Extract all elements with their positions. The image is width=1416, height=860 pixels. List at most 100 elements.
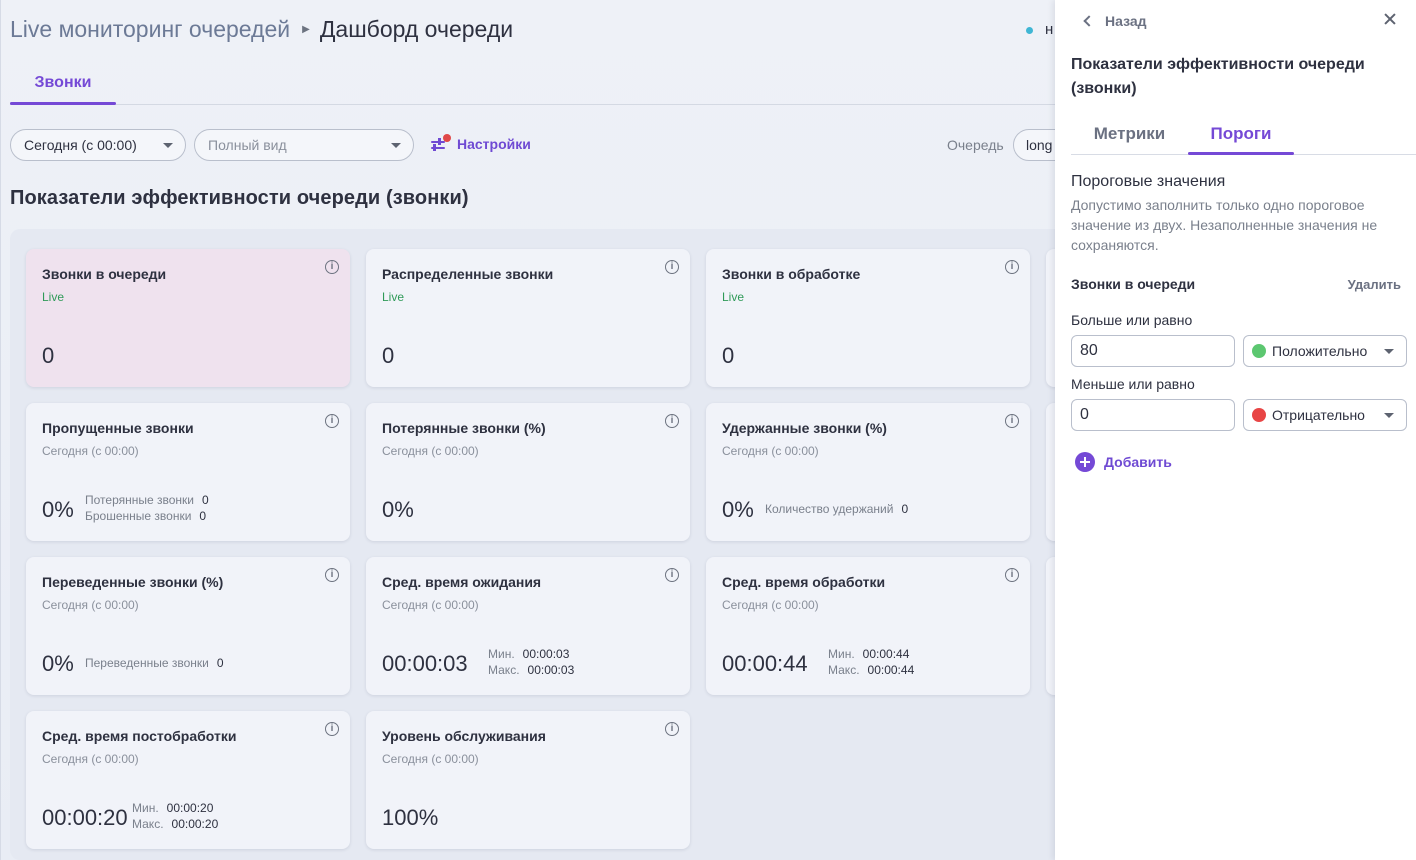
detail-row: Потерянные звонки 0 bbox=[85, 492, 209, 508]
metric-card-details: Мин. 00:00:20 Макс. 00:00:20 bbox=[132, 800, 218, 832]
tab-calls[interactable]: Звонки bbox=[10, 60, 116, 105]
metric-card-partial[interactable] bbox=[1046, 249, 1055, 387]
tab-thresholds[interactable]: Пороги bbox=[1188, 114, 1294, 154]
detail-label: Переведенные звонки bbox=[85, 656, 209, 670]
metric-card-details: Мин. 00:00:03 Макс. 00:00:03 bbox=[488, 646, 574, 678]
detail-value: 00:00:20 bbox=[171, 817, 219, 831]
view-select-placeholder: Полный вид bbox=[208, 137, 287, 153]
gte-status-value: Положительно bbox=[1272, 343, 1368, 359]
metric-card-value: 0% bbox=[722, 497, 754, 522]
detail-label: Потерянные звонки bbox=[85, 493, 194, 507]
plus-circle-icon bbox=[1075, 452, 1095, 472]
metric-card-title: Переведенные звонки (%) bbox=[42, 574, 224, 590]
metric-card[interactable]: Пропущенные звонки Сегодня (с 00:00) i 0% По… bbox=[26, 403, 350, 541]
detail-label: Мин. bbox=[488, 647, 515, 661]
caret-down-icon bbox=[163, 143, 173, 148]
info-icon[interactable]: i bbox=[665, 568, 679, 582]
detail-value: 0 bbox=[199, 509, 207, 523]
metric-card[interactable]: Потерянные звонки (%) Сегодня (с 00:00) i 0… bbox=[366, 403, 690, 541]
metric-card[interactable]: Уровень обслуживания Сегодня (с 00:00) i 10… bbox=[366, 711, 690, 849]
metric-card[interactable]: Сред. время обработки Сегодня (с 00:00) i 0… bbox=[706, 557, 1030, 695]
lte-label: Меньше или равно bbox=[1071, 376, 1195, 392]
view-select[interactable]: Полный вид bbox=[194, 129, 414, 161]
lte-status-select[interactable]: Отрицательно bbox=[1243, 399, 1407, 431]
metric-card[interactable]: Звонки в очереди Live i 0 bbox=[26, 249, 350, 387]
detail-label: Макс. bbox=[488, 663, 520, 677]
sliders-icon bbox=[429, 134, 451, 154]
info-icon[interactable]: i bbox=[1005, 260, 1019, 274]
info-icon[interactable]: i bbox=[665, 414, 679, 428]
metric-card-value: 100% bbox=[382, 805, 439, 830]
metric-card-title: Звонки в очереди bbox=[42, 266, 167, 282]
metric-card[interactable]: Сред. время ожидания Сегодня (с 00:00) i 00… bbox=[366, 557, 690, 695]
metric-card-title: Сред. время ожидания bbox=[382, 574, 542, 590]
metric-card-period: Live bbox=[722, 290, 745, 304]
metric-card-value: 0 bbox=[382, 343, 395, 368]
delete-button[interactable]: Удалить bbox=[1348, 277, 1401, 292]
tab-active-indicator bbox=[10, 102, 116, 105]
metric-card-title: Распределенные звонки bbox=[382, 266, 554, 282]
add-threshold-button[interactable]: Добавить bbox=[1075, 452, 1172, 472]
info-icon[interactable]: i bbox=[665, 260, 679, 274]
info-icon[interactable]: i bbox=[325, 414, 339, 428]
detail-row: Мин. 00:00:20 bbox=[132, 800, 218, 816]
period-select[interactable]: Сегодня (с 00:00) bbox=[10, 129, 186, 161]
info-icon[interactable]: i bbox=[665, 722, 679, 736]
detail-value: 0 bbox=[216, 656, 224, 670]
metric-card-details: Количество удержаний 0 bbox=[765, 501, 908, 517]
metric-card[interactable]: Переведенные звонки (%) Сегодня (с 00:00)… bbox=[26, 557, 350, 695]
green-dot-icon bbox=[1252, 344, 1266, 358]
metric-card[interactable]: Сред. время постобработки Сегодня (с 00:0… bbox=[26, 711, 350, 849]
metric-card-period: Сегодня (с 00:00) bbox=[382, 598, 479, 612]
tab-metrics[interactable]: Метрики bbox=[1071, 114, 1188, 154]
tab-active-indicator bbox=[1188, 152, 1294, 155]
gte-status-select[interactable]: Положительно bbox=[1243, 335, 1407, 367]
metric-card-title: Звонки в обработке bbox=[722, 266, 861, 282]
metric-card[interactable]: Распределенные звонки Live i 0 bbox=[366, 249, 690, 387]
info-icon[interactable]: i bbox=[325, 568, 339, 582]
chevron-left-icon bbox=[1083, 15, 1095, 27]
metric-card-title: Пропущенные звонки bbox=[42, 420, 194, 436]
breadcrumb: Live мониторинг очередей ▶ Дашборд очере… bbox=[10, 16, 513, 43]
metric-card-details: Потерянные звонки 0 Брошенные звонки 0 bbox=[85, 492, 209, 524]
detail-row: Переведенные звонки 0 bbox=[85, 655, 224, 671]
breadcrumb-root-link[interactable]: Live мониторинг очередей bbox=[10, 16, 290, 43]
detail-value: 00:00:20 bbox=[166, 801, 214, 815]
caret-down-icon bbox=[1384, 349, 1394, 354]
side-panel: Назад Показатели эффективности очереди (… bbox=[1055, 0, 1416, 860]
info-icon[interactable]: i bbox=[1005, 414, 1019, 428]
metric-card[interactable]: Удержанные звонки (%) Сегодня (с 00:00) i 0… bbox=[706, 403, 1030, 541]
gte-label: Больше или равно bbox=[1071, 312, 1193, 328]
gte-input[interactable] bbox=[1071, 335, 1235, 367]
settings-button[interactable]: Настройки bbox=[429, 134, 531, 154]
info-icon[interactable]: i bbox=[325, 722, 339, 736]
queue-select[interactable]: long bbox=[1013, 129, 1055, 161]
threshold-metric-name: Звонки в очереди bbox=[1071, 276, 1196, 292]
metric-card-period: Live bbox=[382, 290, 405, 304]
detail-label: Количество удержаний bbox=[765, 502, 894, 516]
metric-card-details: Переведенные звонки 0 bbox=[85, 655, 224, 671]
close-icon[interactable] bbox=[1382, 11, 1398, 27]
red-dot-icon bbox=[1252, 408, 1266, 422]
lte-input[interactable] bbox=[1071, 399, 1235, 431]
period-select-value: Сегодня (с 00:00) bbox=[24, 137, 137, 153]
metric-card-partial[interactable] bbox=[1046, 557, 1055, 695]
metric-card[interactable]: Звонки в обработке Live i 0 bbox=[706, 249, 1030, 387]
metric-card-title: Потерянные звонки (%) bbox=[382, 420, 546, 436]
detail-label: Мин. bbox=[132, 801, 159, 815]
metric-card-value: 00:00:44 bbox=[722, 651, 808, 676]
caret-down-icon bbox=[391, 143, 401, 148]
metric-card-period: Сегодня (с 00:00) bbox=[42, 598, 139, 612]
metric-card-partial[interactable] bbox=[1046, 403, 1055, 541]
info-icon[interactable]: i bbox=[325, 260, 339, 274]
panel-title: Показатели эффективности очереди (звонки… bbox=[1071, 56, 1365, 97]
info-icon[interactable]: i bbox=[1005, 568, 1019, 582]
detail-row: Мин. 00:00:03 bbox=[488, 646, 574, 662]
detail-label: Мин. bbox=[828, 647, 855, 661]
detail-row: Мин. 00:00:44 bbox=[828, 646, 914, 662]
detail-value: 00:00:44 bbox=[862, 647, 910, 661]
back-label: Назад bbox=[1105, 13, 1147, 29]
page-title: Дашборд очереди bbox=[319, 16, 514, 42]
back-button[interactable]: Назад bbox=[1083, 13, 1147, 29]
thresholds-title: Пороговые значения bbox=[1071, 173, 1226, 190]
